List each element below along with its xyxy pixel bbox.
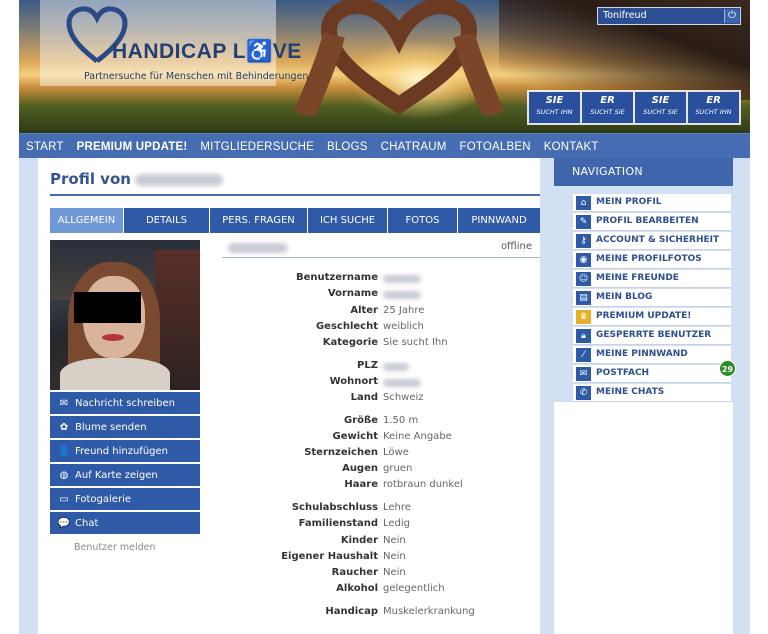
middle-border-strip [540,158,554,634]
left-border-strip [19,158,38,634]
flower-icon: ✿ [59,421,69,433]
tab-fotos[interactable]: FOTOS [388,208,457,233]
navigation-panel: NAVIGATION ⌂ MEIN PROFIL ✎ PROFIL BEARBE… [554,158,736,403]
nav-fotoalben[interactable]: FOTOALBEN [453,141,531,153]
navigation-list: ⌂ MEIN PROFIL ✎ PROFIL BEARBEITEN ⚷ ACCO… [573,194,736,403]
edit-user-icon: ✎ [576,215,591,229]
crown-icon: ♛ [576,310,591,324]
logo-area[interactable]: HANDICAP L♿VE Partnersuche für Menschen … [40,0,308,86]
tagline: Partnersuche für Menschen mit Behinderun… [84,71,309,82]
tab-details[interactable]: DETAILS [124,208,209,233]
censor-bar [74,292,141,323]
online-status: offline [500,241,532,252]
tab-ich-suche[interactable]: ICH SUCHE [308,208,387,233]
report-user-link[interactable]: Benutzer melden [74,542,156,553]
logout-power-icon[interactable]: ⏻ [724,9,739,23]
quick-search-tiles: SIE SUCHT IHN ER SUCHT SIE SIE SUCHT SIE… [527,90,741,125]
nav-premium-update-side[interactable]: ♛ PREMIUM UPDATE! [573,308,731,326]
nav-meine-pinnwand[interactable]: ⁄ MEINE PINNWAND [573,346,731,364]
nav-meine-chats[interactable]: ✆ MEINE CHATS [573,384,731,402]
blog-icon: ▤ [576,291,591,305]
blurred-value [383,275,421,283]
add-user-icon: 👤 [57,445,71,457]
nav-mitgliedersuche[interactable]: MITGLIEDERSUCHE [193,141,314,153]
nav-blogs[interactable]: BLOGS [320,141,368,153]
postfach-count-badge: 29 [719,360,736,377]
nav-kontakt[interactable]: KONTAKT [537,141,599,153]
header-banner: HANDICAP L♿VE Partnersuche für Menschen … [19,0,750,133]
tile-sie-sucht-sie[interactable]: SIE SUCHT SIE [635,92,686,123]
main-navigation: START PREMIUM UPDATE! MITGLIEDERSUCHE BL… [19,133,750,158]
nav-postfach[interactable]: ✉ POSTFACH 29 [573,360,736,383]
globe-icon: ◍ [59,469,69,481]
page-title: Profil von [50,170,223,188]
username-label[interactable]: Tonifreud [603,10,647,21]
tile-er-sucht-sie[interactable]: ER SUCHT SIE [582,92,633,123]
nav-mein-blog[interactable]: ▤ MEIN BLOG [573,289,731,307]
blurred-value [383,363,409,371]
chat-bubble-icon: 💬 [57,517,71,529]
blurred-name [228,243,288,253]
user-menu[interactable]: Tonifreud ⏻ [597,7,741,25]
right-border-strip [733,158,750,634]
status-bar: offline [222,240,540,258]
nav-gesperrte-benutzer[interactable]: 🔒︎ GESPERRTE BENUTZER [573,327,731,345]
nav-premium-update[interactable]: PREMIUM UPDATE! [70,141,188,153]
tile-er-sucht-ihn[interactable]: ER SUCHT IHN [688,92,739,123]
camera-icon: ◉ [576,253,591,267]
chat-bubble-icon: ✆ [576,386,591,400]
wheelchair-icon: ♿ [246,40,273,63]
key-icon: ⚷ [576,234,591,248]
navigation-title: NAVIGATION [554,158,733,186]
mail-icon: ✉ [576,367,591,381]
monitor-icon: ▭ [59,493,69,505]
profile-tabs: ALLGEMEIN DETAILS PERS. FRAGEN ICH SUCHE… [50,208,540,233]
nav-chatraum[interactable]: CHATRAUM [374,141,447,153]
tab-pers-fragen[interactable]: PERS. FRAGEN [210,208,307,233]
nav-meine-profilfotos[interactable]: ◉ MEINE PROFILFOTOS [573,251,731,269]
lock-icon: 🔒︎ [576,329,591,343]
heart-hands-image [293,0,505,115]
nav-start[interactable]: START [19,141,64,153]
tab-pinnwand[interactable]: PINNWAND [458,208,540,233]
pin-icon: ⁄ [576,348,591,362]
tile-sie-sucht-ihn[interactable]: SIE SUCHT IHN [529,92,580,123]
nav-mein-profil[interactable]: ⌂ MEIN PROFIL [573,194,731,212]
blurred-value [383,379,421,387]
blurred-username [134,173,223,186]
nav-meine-freunde[interactable]: ☺ MEINE FREUNDE [573,270,731,288]
envelope-icon: ✉ [59,397,69,409]
friends-icon: ☺ [576,272,591,286]
tab-allgemein[interactable]: ALLGEMEIN [50,208,123,233]
home-icon: ⌂ [576,196,591,210]
blurred-value [383,291,421,299]
nav-profil-bearbeiten[interactable]: ✎ PROFIL BEARBEITEN [573,213,731,231]
title-divider [50,194,540,196]
logo-text: HANDICAP L♿VE [112,40,302,63]
nav-account-sicherheit[interactable]: ⚷ ACCOUNT & SICHERHEIT [573,232,731,250]
